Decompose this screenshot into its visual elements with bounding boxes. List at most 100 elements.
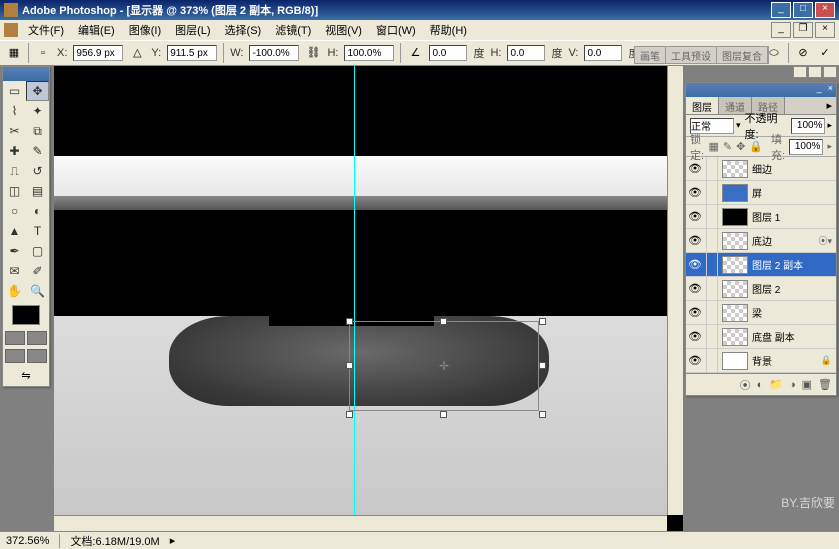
visibility-icon[interactable]: 👁 [688,186,702,200]
transform-handle-mr[interactable] [539,362,546,369]
visibility-icon[interactable]: 👁 [688,162,702,176]
layer-name[interactable]: 细边 [752,161,834,176]
gradient-tool[interactable]: ▤ [26,181,49,201]
toolbox-header[interactable] [3,67,49,81]
doc-restore-button[interactable]: ❐ [793,22,813,38]
close-button[interactable]: × [815,2,835,18]
vertical-scrollbar[interactable] [667,66,683,515]
collapsed-palette-2[interactable] [808,66,822,78]
transform-handle-ml[interactable] [346,362,353,369]
menu-filter[interactable]: 滤镜(T) [269,20,317,40]
layer-row[interactable]: 👁 细边 [686,157,836,181]
layer-row[interactable]: 👁屏 [686,181,836,205]
stamp-tool[interactable]: ⎍ [3,161,26,181]
layer-row[interactable]: 👁梁 [686,301,836,325]
layer-thumbnail[interactable] [722,304,748,322]
dodge-tool[interactable]: ◐ [26,201,49,221]
vertical-guide[interactable] [354,66,355,515]
shape-tool[interactable]: ▢ [26,241,49,261]
transform-handle-bm[interactable] [440,411,447,418]
layer-row[interactable]: 👁图层 1 [686,205,836,229]
screenmode-full[interactable] [27,349,47,363]
layer-name[interactable]: 屏 [752,185,834,200]
visibility-icon[interactable]: 👁 [688,234,702,248]
fill-input[interactable] [789,139,823,155]
menu-help[interactable]: 帮助(H) [424,20,473,40]
cancel-transform-icon[interactable]: ⊘ [795,45,811,61]
layer-thumbnail[interactable] [722,160,748,178]
collapsed-palette-1[interactable] [793,66,807,78]
visibility-icon[interactable]: 👁 [688,354,702,368]
menu-file[interactable]: 文件(F) [22,20,70,40]
notes-tool[interactable]: ✉ [3,261,26,281]
reference-point-icon[interactable]: ▫ [35,45,51,61]
link-column[interactable] [706,229,718,252]
preset-tool-tab[interactable]: 工具预设 [666,47,717,63]
layer-thumbnail[interactable] [722,352,748,370]
commit-transform-icon[interactable]: ✓ [817,45,833,61]
heal-tool[interactable]: ✚ [3,141,26,161]
jump-to-imageready[interactable]: ⇋ [3,365,49,386]
layer-fx-icon[interactable]: ⦿ [740,377,751,393]
lock-transparent-icon[interactable]: ▦ [708,140,718,153]
maximize-button[interactable]: □ [793,2,813,18]
layer-name[interactable]: 底盘 副本 [752,329,834,344]
layer-row[interactable]: 👁图层 2 [686,277,836,301]
transform-handle-bl[interactable] [346,411,353,418]
quickmask-off[interactable] [5,331,25,345]
panel-minimize-icon[interactable]: _ [814,83,825,97]
document-canvas[interactable]: ✛ [54,66,667,515]
collapsed-palette-3[interactable] [823,66,837,78]
link-column[interactable] [706,301,718,324]
lock-position-icon[interactable]: ✥ [736,140,745,153]
layers-panel-header[interactable]: _ × [686,83,836,97]
layer-row[interactable]: 👁底盘 副本 [686,325,836,349]
w-input[interactable] [249,45,299,61]
layer-name[interactable]: 图层 2 副本 [752,257,834,272]
layer-new-icon[interactable]: ▣ [802,378,812,391]
transform-handle-tr[interactable] [539,318,546,325]
transform-center-icon[interactable]: ✛ [439,361,449,371]
link-column[interactable] [706,253,718,276]
tab-layers[interactable]: 图层 [686,97,719,114]
layer-name[interactable]: 背景 [752,353,817,368]
link-column[interactable] [706,157,718,180]
slice-tool[interactable]: ⧉ [26,121,49,141]
transform-handle-tl[interactable] [346,318,353,325]
menu-edit[interactable]: 编辑(E) [72,20,121,40]
wand-tool[interactable]: ✦ [26,101,49,121]
x-input[interactable] [73,45,123,61]
link-column[interactable] [706,181,718,204]
layer-thumbnail[interactable] [722,280,748,298]
layer-name[interactable]: 图层 2 [752,281,834,296]
toolbox[interactable]: ▭ ✥ ⌇ ✦ ✂ ⧉ ✚ ✎ ⎍ ↺ ◫ ▤ ○ ◐ ▲ T ✒ ▢ ✉ ✐ … [2,66,50,387]
minimize-button[interactable]: _ [771,2,791,18]
layer-name[interactable]: 梁 [752,305,834,320]
layer-name[interactable]: 底边 [752,233,814,248]
eraser-tool[interactable]: ◫ [3,181,26,201]
transform-handle-br[interactable] [539,411,546,418]
visibility-icon[interactable]: 👁 [688,210,702,224]
hand-tool[interactable]: ✋ [3,281,26,301]
blur-tool[interactable]: ○ [3,201,26,221]
layers-panel[interactable]: _ × 图层 通道 路径 ▸ ▾ 不透明度: ▸ 锁定: ▦ ✎ ✥ 🔒 填充: [685,82,837,396]
menu-select[interactable]: 选择(S) [219,20,268,40]
screenmode-standard[interactable] [5,349,25,363]
pen-tool[interactable]: ✒ [3,241,26,261]
eyedropper-tool[interactable]: ✐ [26,261,49,281]
zoom-value[interactable]: 372.56% [6,535,49,547]
layer-thumbnail[interactable] [722,256,748,274]
layer-thumbnail[interactable] [722,184,748,202]
lasso-tool[interactable]: ⌇ [3,101,26,121]
menu-image[interactable]: 图像(I) [123,20,167,40]
layer-adjust-icon[interactable]: ◑ [789,379,796,391]
transform-bounding-box[interactable]: ✛ [349,321,539,411]
y-input[interactable] [167,45,217,61]
h-input[interactable] [344,45,394,61]
lock-all-icon[interactable]: 🔒 [749,140,763,153]
visibility-icon[interactable]: 👁 [688,306,702,320]
layer-folder-icon[interactable]: 📁 [769,378,783,391]
layer-mask-icon[interactable]: ◐ [757,379,764,391]
link-xy-icon[interactable]: △ [129,45,145,61]
zoom-tool[interactable]: 🔍 [26,281,49,301]
